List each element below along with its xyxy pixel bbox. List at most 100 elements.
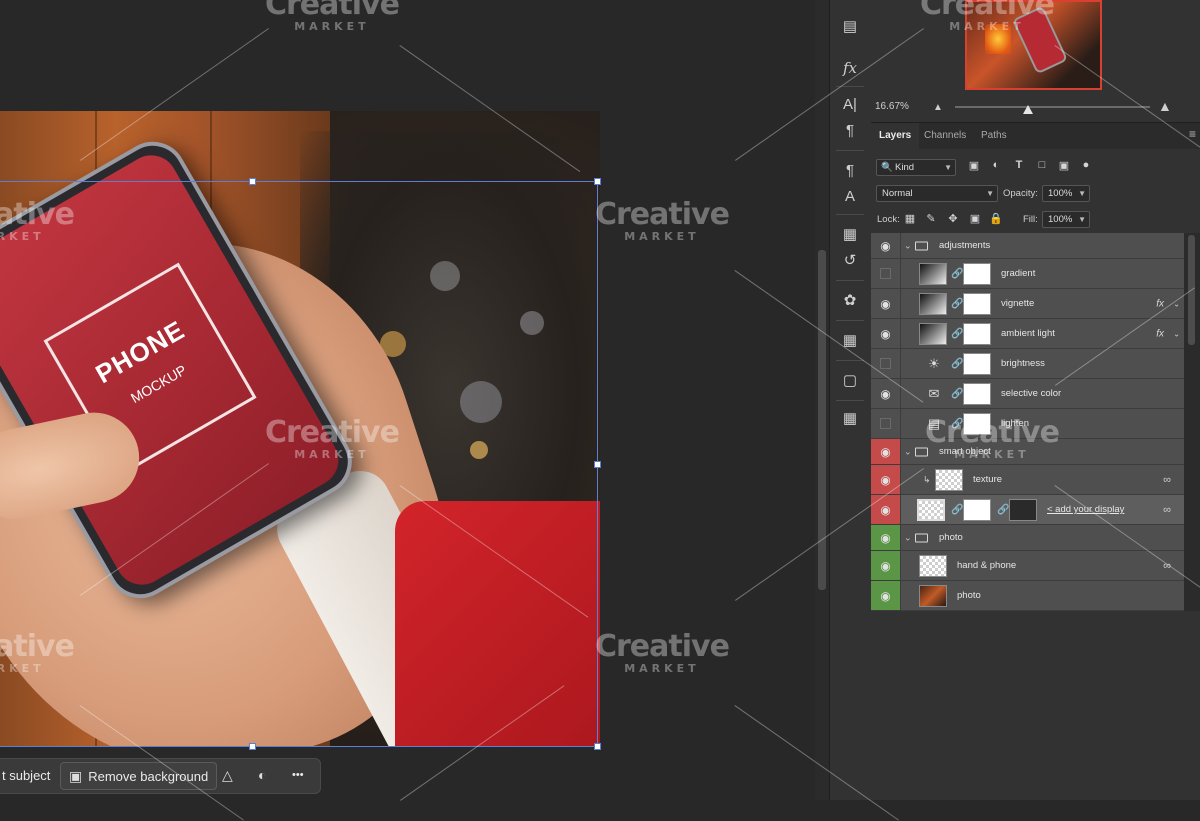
layer-mask-thumbnail[interactable] [963,413,991,435]
layer-mask-thumbnail[interactable] [963,353,991,375]
smart-object-thumbnail[interactable] [917,499,945,521]
chevron-down-icon[interactable]: ⌄ [904,446,912,457]
paragraph-icon[interactable]: ¶ [838,120,862,142]
zoom-value[interactable]: 16.67% [875,101,909,112]
transform-handle-top[interactable] [249,178,256,185]
layer-brightness[interactable]: ☀ 🔗 brightness [871,349,1184,379]
visibility-eye-icon[interactable]: ◉ [871,319,901,348]
link-icon[interactable]: 🔗 [951,388,963,399]
layer-mask-thumbnail[interactable] [963,293,991,315]
chevron-down-icon[interactable]: ⌄ [1173,329,1180,338]
canvas-scrollbar[interactable] [815,0,829,800]
zoom-slider[interactable] [955,106,1150,108]
link-icon[interactable]: 🔗 [951,504,963,515]
filter-kind-dropdown[interactable]: 🔍 Kind ▼ [876,159,956,176]
transform-bounding-box[interactable] [0,178,601,750]
transform-handle-top-right[interactable] [594,178,601,185]
scrollbar-thumb[interactable] [1188,235,1195,345]
visibility-eye-icon[interactable]: ◉ [871,233,901,258]
layer-mask-thumbnail[interactable] [963,323,991,345]
blend-mode-dropdown[interactable]: Normal ▼ [876,185,998,202]
layer-lighten[interactable]: ▤ 🔗 lighten [871,409,1184,439]
libraries-icon[interactable]: ▦ [838,224,862,246]
smart-object-filter-icon[interactable]: ▣ [1057,159,1071,172]
fill-field[interactable]: 100% ▼ [1042,211,1090,228]
zoom-out-icon[interactable]: ▲ [933,102,943,113]
link-icon[interactable]: 🔗 [951,328,963,339]
document-canvas[interactable]: PHONE MOCKUP t subject ▣ Remove backgrou… [0,0,815,800]
chevron-down-icon[interactable]: ⌄ [904,532,912,543]
chevron-down-icon[interactable]: ⌄ [1173,299,1180,308]
scrollbar-thumb[interactable] [818,250,826,590]
type-filter-icon[interactable]: T [1012,159,1026,171]
histogram-icon[interactable]: ▤ [838,16,862,38]
adjustment-filter-icon[interactable]: ◐ [989,159,1003,171]
visibility-eye-icon[interactable]: ◉ [871,465,901,494]
panel-menu-icon[interactable]: ≡ [1189,127,1196,141]
remove-background-button[interactable]: ▣ Remove background [60,762,218,790]
layers-scrollbar[interactable] [1184,233,1200,611]
visibility-eye-icon[interactable]: ◉ [871,551,901,580]
tab-layers[interactable]: Layers [871,123,920,149]
lock-artboard-icon[interactable]: ▣ [968,212,982,225]
visibility-eye-icon[interactable]: ◉ [871,289,901,318]
layer-mask-thumbnail[interactable] [963,263,991,285]
layer-hand-and-phone[interactable]: ◉ hand & phone ∞ [871,551,1184,581]
patterns-icon[interactable]: ▦ [838,408,862,430]
tab-paths[interactable]: Paths [973,123,1015,149]
filter-toggle-icon[interactable]: ● [1079,159,1093,171]
chevron-down-icon[interactable]: ⌄ [904,240,912,251]
layer-selective-color[interactable]: ◉ ✉ 🔗 selective color [871,379,1184,409]
visibility-eye-icon[interactable]: ◉ [871,581,901,610]
transform-handle-bottom[interactable] [249,743,256,750]
layer-group-smart-object[interactable]: ◉ ⌄ smart object [871,439,1184,465]
layer-add-your-display[interactable]: ◉ 🔗 🔗 < add your display ∞ [871,495,1184,525]
character-icon[interactable]: A| [838,94,862,116]
lock-all-icon[interactable]: 🔒 [989,212,1003,225]
link-icon[interactable]: 🔗 [951,358,963,369]
link-icon[interactable]: 🔗 [951,418,963,429]
fx-icon[interactable]: fx [1156,298,1164,309]
fx-icon[interactable]: fx [838,57,862,79]
layer-gradient[interactable]: 🔗 gradient [871,259,1184,289]
link-icon[interactable]: 🔗 [951,298,963,309]
adjustment-button[interactable]: ◐ [258,762,266,788]
color-palette-icon[interactable]: ✿ [838,290,862,312]
character-styles-icon[interactable]: A [838,186,862,208]
pixel-filter-icon[interactable]: ▣ [967,159,981,172]
link-icon[interactable]: 🔗 [951,268,963,279]
layer-thumbnail[interactable] [919,585,947,607]
visibility-eye-icon[interactable]: ◉ [871,439,901,464]
layer-photo[interactable]: ◉ photo [871,581,1184,611]
swatches-icon[interactable]: ▦ [838,330,862,352]
layer-group-photo[interactable]: ◉ ⌄ photo [871,525,1184,551]
link-icon[interactable]: 🔗 [997,504,1009,515]
visibility-toggle[interactable] [871,259,901,288]
layer-vignette[interactable]: ◉ 🔗 vignette fx ⌄ [871,289,1184,319]
layer-texture[interactable]: ◉ ↳ texture ∞ [871,465,1184,495]
tab-channels[interactable]: Channels [916,123,974,149]
vector-mask-thumbnail[interactable] [1009,499,1037,521]
visibility-toggle[interactable] [871,349,901,378]
visibility-eye-icon[interactable]: ◉ [871,379,901,408]
paragraph-styles-icon[interactable]: ¶ [838,160,862,182]
layer-ambient-light[interactable]: ◉ 🔗 ambient light fx ⌄ [871,319,1184,349]
more-options-button[interactable]: ••• [292,762,304,788]
transform-handle-bottom-right[interactable] [594,743,601,750]
lock-paint-icon[interactable]: ✎ [924,212,938,225]
lock-transparent-icon[interactable]: ▦ [903,212,917,225]
visibility-eye-icon[interactable]: ◉ [871,525,901,550]
gradients-icon[interactable]: ▢ [838,370,862,392]
zoom-in-icon[interactable]: ▲ [1158,98,1172,114]
opacity-field[interactable]: 100% ▼ [1042,185,1090,202]
history-icon[interactable]: ↺ [838,250,862,272]
layer-mask-thumbnail[interactable] [963,499,991,521]
select-subject-button[interactable]: t subject [2,762,50,788]
layer-group-adjustments[interactable]: ◉ ⌄ adjustments [871,233,1184,259]
shape-filter-icon[interactable]: □ [1035,159,1049,171]
layer-thumbnail[interactable] [935,469,963,491]
navigator-thumbnail[interactable] [965,0,1102,90]
transform-handle-right[interactable] [594,461,601,468]
visibility-toggle[interactable] [871,409,901,438]
visibility-eye-icon[interactable]: ◉ [871,495,901,524]
